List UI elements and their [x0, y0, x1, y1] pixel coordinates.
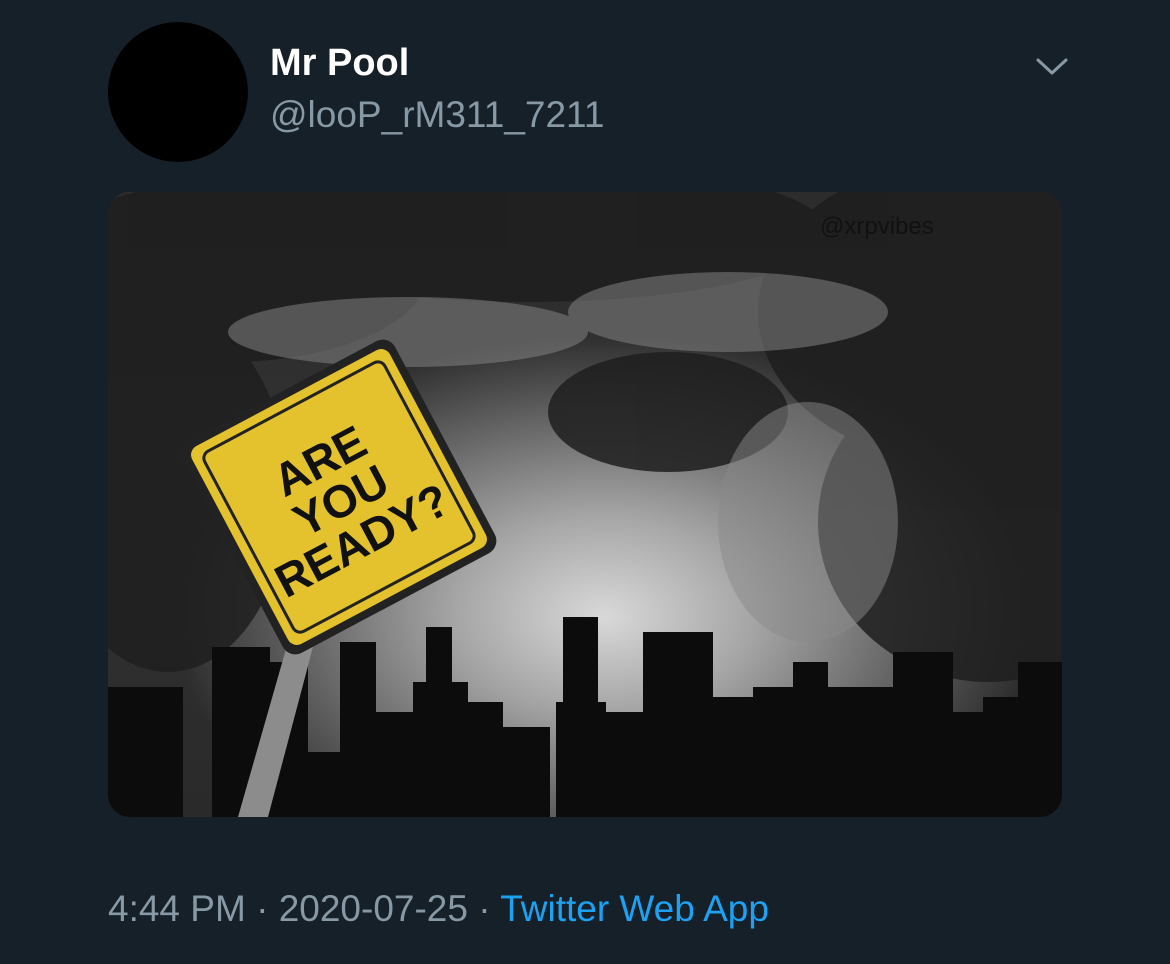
- tweet-source-link[interactable]: Twitter Web App: [500, 888, 769, 929]
- tweet-time[interactable]: 4:44 PM: [108, 888, 246, 929]
- image-watermark: @xrpvibes: [820, 213, 934, 240]
- tweet-metadata: 4:44 PM · 2020-07-25 · Twitter Web App: [108, 886, 769, 932]
- separator: ·: [478, 888, 491, 929]
- user-handle[interactable]: @looP_rM311_7211: [270, 92, 604, 138]
- tweet-image[interactable]: ARE YOU READY?: [108, 192, 1062, 817]
- separator: ·: [256, 888, 269, 929]
- avatar[interactable]: [108, 22, 248, 162]
- chevron-down-icon[interactable]: [1032, 52, 1072, 82]
- tweet-date[interactable]: 2020-07-25: [279, 888, 468, 929]
- tweet-card: Mr Pool @looP_rM311_7211 ARE YOU READY? …: [0, 0, 1170, 964]
- display-name[interactable]: Mr Pool: [270, 40, 409, 86]
